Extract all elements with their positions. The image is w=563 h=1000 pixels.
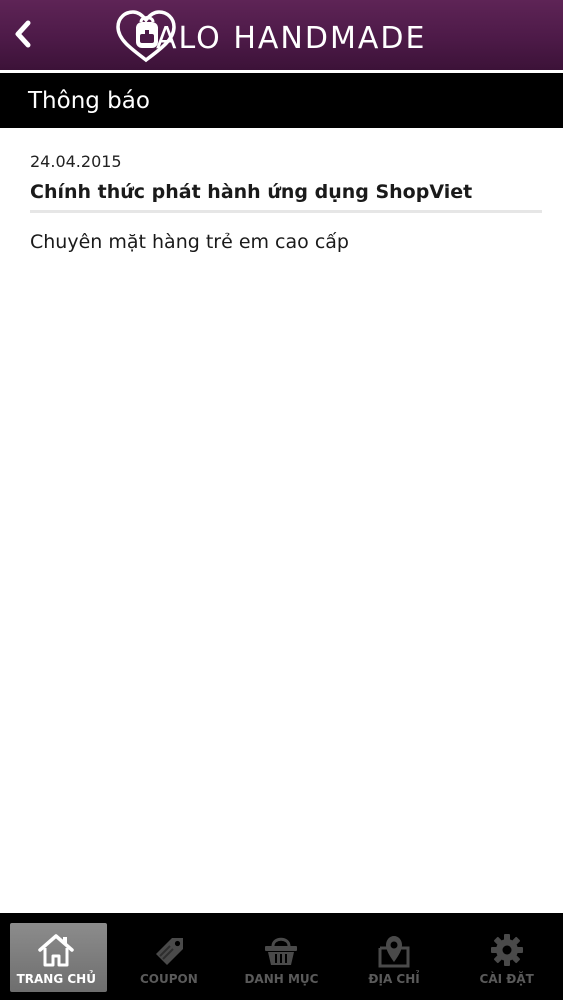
home-icon — [38, 934, 75, 967]
tag-icon — [155, 938, 183, 965]
tab-label: COUPON — [139, 972, 198, 986]
notification-date: 24.04.2015 — [30, 152, 122, 171]
basket-icon — [265, 937, 298, 965]
notification-title: Chính thức phát hành ứng dụng ShopViet — [30, 181, 473, 203]
tab-coupon[interactable]: COUPON — [113, 913, 226, 1000]
tab-label: DANH MỤC — [244, 972, 319, 986]
notification-list: 24.04.2015 Chính thức phát hành ứng dụng… — [0, 128, 563, 913]
notification-body: Chuyên mặt hàng trẻ em cao cấp — [30, 231, 349, 253]
tab-address[interactable]: ĐỊA CHỈ — [338, 913, 451, 1000]
back-button[interactable] — [6, 14, 40, 54]
bottom-tab-bar: TRANG CHỦ COUPON DANH MỤC ĐỊA CHỈ CÀI ĐẶ… — [0, 913, 563, 1000]
divider — [30, 210, 542, 213]
map-pin-icon — [378, 936, 410, 968]
app-logo: ALO HANDMADE — [116, 8, 426, 64]
tab-home[interactable]: TRANG CHỦ — [0, 913, 113, 1000]
tab-label: CÀI ĐẶT — [479, 972, 534, 986]
logo-text: ALO HANDMADE — [156, 20, 427, 56]
header-bar: ALO HANDMADE — [0, 0, 563, 73]
gear-icon — [490, 934, 523, 966]
chevron-left-icon — [15, 20, 31, 48]
tab-label: ĐỊA CHỈ — [368, 972, 420, 986]
tab-categories[interactable]: DANH MỤC — [225, 913, 338, 1000]
tab-settings[interactable]: CÀI ĐẶT — [450, 913, 563, 1000]
section-header: Thông báo — [0, 73, 563, 128]
tab-label: TRANG CHỦ — [16, 972, 96, 986]
app-screen: ALO HANDMADE Thông báo 24.04.2015 Chính … — [0, 0, 563, 1000]
page-title: Thông báo — [28, 87, 150, 114]
